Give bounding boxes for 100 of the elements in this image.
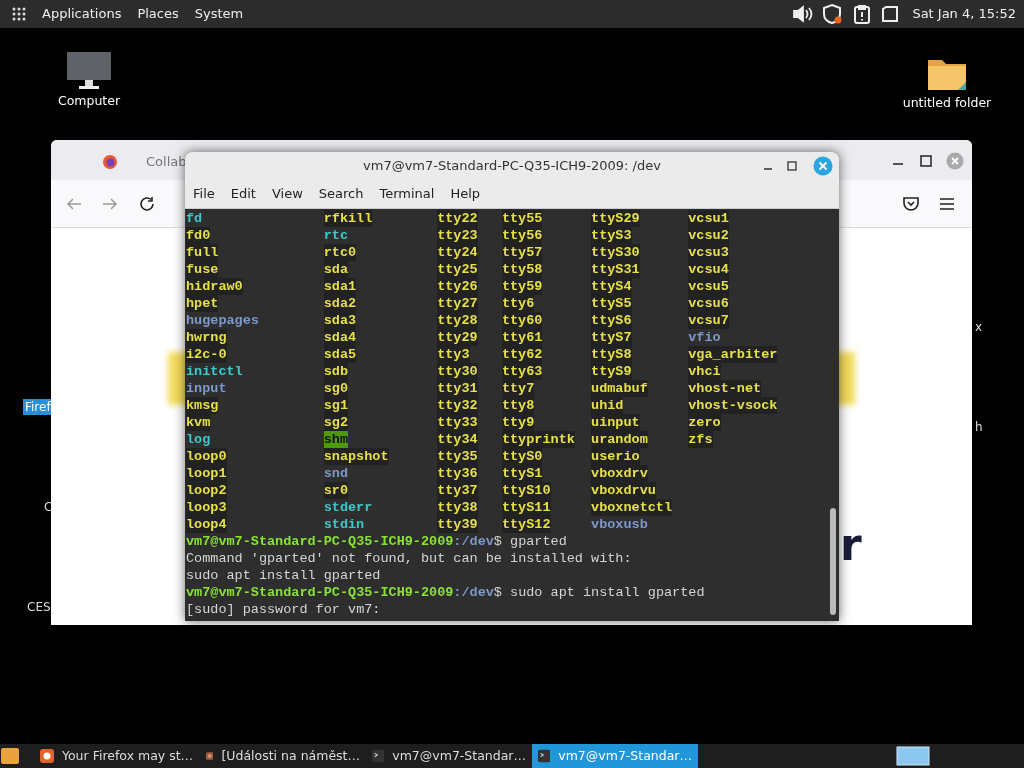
file-name: loop2: [186, 482, 227, 499]
file-name: log: [186, 431, 211, 448]
file-name: tty35: [437, 448, 478, 465]
file-name: sg1: [323, 397, 349, 414]
folder-label[interactable]: untitled folder: [902, 94, 992, 113]
desktop-icon-label[interactable]: Firef: [23, 399, 53, 415]
file-name: i2c-0: [186, 346, 227, 363]
file-name: ttyS12: [501, 516, 551, 533]
desktop-icon-label[interactable]: x: [973, 319, 985, 335]
menu-icon[interactable]: [938, 195, 956, 213]
maximize-icon[interactable]: [919, 154, 933, 168]
file-name: sda1: [323, 278, 357, 295]
window-icon[interactable]: [880, 4, 901, 24]
menu-item[interactable]: File: [193, 184, 215, 204]
file-name: ttyS7: [591, 329, 632, 346]
file-name: loop3: [186, 499, 227, 516]
menu-item[interactable]: Search: [318, 184, 364, 204]
file-name: tty29: [437, 329, 478, 346]
file-name: fd0: [186, 227, 211, 244]
workspace-switcher[interactable]: [896, 746, 930, 766]
file-name: ttyprintk: [501, 431, 575, 448]
taskbar-button[interactable]: vm7@vm7-Standar…: [366, 744, 532, 768]
file-name: tty7: [501, 380, 535, 397]
file-name: ttyS9: [591, 363, 632, 380]
file-name: sda3: [323, 312, 357, 329]
file-name: vcsu2: [688, 227, 729, 244]
file-name: sda5: [323, 346, 357, 363]
panel-menu[interactable]: System: [194, 4, 244, 24]
panel-menu[interactable]: Places: [137, 4, 179, 24]
clock[interactable]: Sat Jan 4, 15:52: [912, 4, 1016, 24]
menu-item[interactable]: View: [271, 184, 303, 204]
window-title: vm7@vm7-Standard-PC-Q35-ICH9-2009: /dev: [363, 157, 661, 176]
file-name: sg2: [323, 414, 349, 431]
file-name: tty37: [437, 482, 478, 499]
computer-icon[interactable]: [65, 50, 113, 92]
terminal-icon: [538, 749, 551, 763]
file-name: hpet: [186, 295, 219, 312]
show-desktop-icon[interactable]: [0, 745, 20, 767]
app-grid-icon[interactable]: [12, 7, 26, 21]
taskbar-button[interactable]: Your Firefox may st…: [34, 744, 200, 768]
file-name: tty26: [437, 278, 478, 295]
file-name: vhost-net: [688, 380, 762, 397]
browser-icon: [40, 749, 54, 763]
file-name: ttyS0: [501, 448, 543, 465]
file-name: vcsu3: [688, 244, 729, 261]
volume-icon[interactable]: [792, 5, 815, 23]
file-name: sda4: [323, 329, 357, 346]
close-icon[interactable]: [813, 156, 833, 176]
menu-item[interactable]: Help: [450, 184, 481, 204]
file-name: tty24: [437, 244, 478, 261]
maximize-icon[interactable]: [785, 159, 799, 173]
terminal-output: sudo apt install gparted: [186, 567, 382, 584]
file-name: urandom: [591, 431, 648, 448]
file-name: vboxdrvu: [591, 482, 656, 499]
file-name: vboxdrv: [591, 465, 648, 482]
file-name: rtc0: [323, 244, 357, 261]
pocket-icon[interactable]: [902, 195, 920, 213]
file-name: ttyS8: [591, 346, 632, 363]
file-name: initctl: [186, 363, 243, 380]
file-name: ttyS3: [591, 227, 632, 244]
file-name: ttyS1: [501, 465, 543, 482]
file-name: vga_arbiter: [688, 346, 778, 363]
file-name: loop1: [186, 465, 227, 482]
file-name: tty39: [437, 516, 478, 533]
file-name: udmabuf: [591, 380, 648, 397]
file-name: tty55: [501, 210, 543, 227]
terminal-output: [sudo] password for vm7:: [186, 601, 382, 618]
scrollbar-thumb[interactable]: [830, 508, 836, 615]
firefox-icon[interactable]: [102, 154, 118, 170]
computer-label[interactable]: Computer: [57, 92, 121, 111]
panel-menu[interactable]: Applications: [42, 4, 122, 24]
browser-tab[interactable]: Collab: [146, 152, 187, 172]
menu-item[interactable]: Edit: [230, 184, 256, 204]
file-name: vboxusb: [591, 516, 648, 533]
file-name: tty30: [437, 363, 478, 380]
file-name: tty23: [437, 227, 478, 244]
desktop-icon-label[interactable]: CES: [25, 599, 53, 615]
clipboard-icon[interactable]: [852, 4, 873, 24]
terminal-output: Command 'gparted' not found, but can be installed with:: [186, 550, 633, 567]
file-name: ttyS31: [591, 261, 640, 278]
menu-item[interactable]: Terminal: [379, 184, 435, 204]
file-name: tty28: [437, 312, 478, 329]
reload-icon[interactable]: [138, 195, 156, 213]
file-name: input: [186, 380, 227, 397]
file-name: loop4: [186, 516, 227, 533]
desktop-icon-label[interactable]: h: [973, 419, 985, 435]
file-name: ttyS10: [501, 482, 551, 499]
page-heading: r: [840, 523, 862, 567]
file-name: zero: [688, 414, 721, 431]
file-name: vcsu5: [688, 278, 729, 295]
file-name: vcsu4: [688, 261, 729, 278]
file-name: shm: [323, 431, 349, 448]
file-name: sda: [323, 261, 349, 278]
file-name: kmsg: [186, 397, 219, 414]
file-name: ttyS29: [591, 210, 640, 227]
file-name: tty60: [501, 312, 543, 329]
file-name: kvm: [186, 414, 211, 431]
file-name: ttyS4: [591, 278, 632, 295]
file-name: hidraw0: [186, 278, 243, 295]
taskbar-button[interactable]: [Události na náměst…: [200, 744, 366, 768]
